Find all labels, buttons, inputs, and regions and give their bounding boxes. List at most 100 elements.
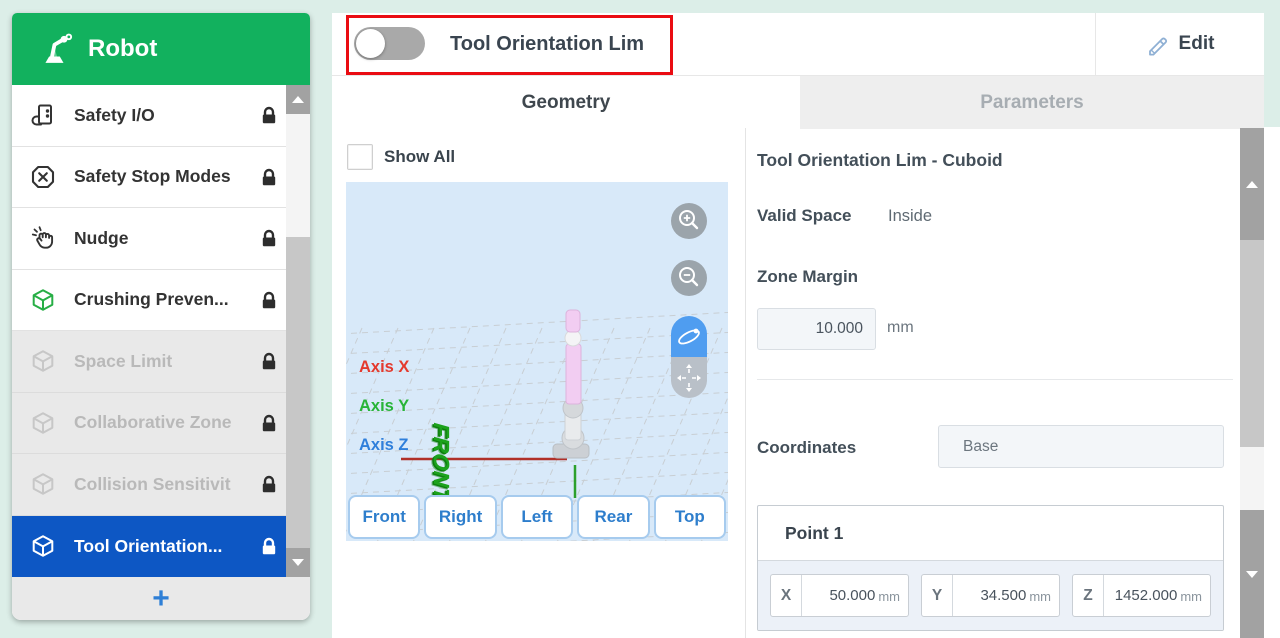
rotate-view-button[interactable] — [671, 316, 707, 357]
hand-icon — [30, 225, 56, 251]
point-1-card: Point 1 X 50.000 mm Y 34.500 mm Z 1452.0 — [757, 505, 1224, 631]
zone-margin-unit: mm — [887, 319, 914, 337]
x-axis-label: X — [771, 575, 802, 616]
triangle-down-icon — [292, 559, 304, 566]
show-all-row: Show All — [347, 144, 455, 170]
tab-geometry[interactable]: Geometry — [332, 76, 800, 129]
lock-icon — [258, 104, 280, 126]
robot-3d-viewport[interactable]: FRONT Axis X Axis Y Axis Z — [346, 182, 728, 541]
point-x-field[interactable]: X 50.000 mm — [770, 574, 909, 617]
geometry-content: Show All — [332, 128, 1280, 638]
magnifier-plus-icon — [671, 203, 707, 239]
sidebar-item-tool-orientation[interactable]: Tool Orientation... — [12, 516, 310, 578]
scroll-up-button[interactable] — [286, 85, 310, 114]
lock-icon — [258, 473, 280, 495]
toggle-knob — [356, 29, 385, 58]
tabs: Geometry Parameters — [332, 76, 1280, 129]
point-y-field[interactable]: Y 34.500 mm — [921, 574, 1060, 617]
add-zone-button[interactable]: + — [12, 577, 310, 620]
z-unit: mm — [1177, 587, 1210, 604]
cube-icon — [30, 410, 56, 436]
zone-title: Tool Orientation Lim - Cuboid — [757, 150, 1003, 171]
orbit-icon — [671, 316, 707, 357]
app-title: Robot — [88, 35, 157, 63]
show-all-label: Show All — [384, 147, 455, 167]
sidebar-item-label: Tool Orientation... — [74, 536, 258, 557]
zone-margin-input[interactable]: 10.000 — [757, 308, 876, 350]
scroll-down-button[interactable] — [286, 548, 310, 577]
coordinates-select[interactable]: Base — [938, 425, 1224, 468]
triangle-up-icon — [1246, 181, 1258, 188]
cube-icon — [30, 287, 56, 313]
view-rear-button[interactable]: Rear — [577, 495, 649, 539]
sidebar-item-space-limit[interactable]: Space Limit — [12, 331, 310, 393]
lock-icon — [258, 227, 280, 249]
sidebar-item-safety-io[interactable]: Safety I/O — [12, 85, 310, 147]
sidebar-list: Safety I/O Safety Stop Modes Nudge — [12, 85, 310, 577]
pan-view-button[interactable] — [671, 357, 707, 398]
edit-label: Edit — [1179, 33, 1215, 55]
sidebar-item-nudge[interactable]: Nudge — [12, 208, 310, 270]
axis-y-label: Axis Y — [359, 397, 409, 416]
background-notch — [1264, 13, 1280, 127]
sidebar-header: Robot — [12, 13, 310, 85]
main-panel: Tool Orientation Lim Edit Geometry Param… — [332, 13, 1280, 638]
scrollbar-thumb[interactable] — [1240, 240, 1264, 447]
lock-icon — [258, 289, 280, 311]
tab-parameters[interactable]: Parameters — [800, 76, 1264, 129]
point-fields: X 50.000 mm Y 34.500 mm Z 1452.000 mm — [758, 561, 1223, 631]
point-title: Point 1 — [758, 506, 1223, 561]
sidebar-item-collision-sensitivity[interactable]: Collision Sensitivit — [12, 454, 310, 516]
valid-space-value: Inside — [888, 207, 932, 226]
lock-icon — [258, 535, 280, 557]
zoom-in-button[interactable] — [671, 203, 707, 239]
lock-icon — [258, 166, 280, 188]
sidebar-item-crushing-prevention[interactable]: Crushing Preven... — [12, 270, 310, 332]
sidebar-item-label: Safety I/O — [74, 105, 258, 126]
triangle-up-icon — [292, 96, 304, 103]
cube-icon — [30, 533, 56, 559]
pencil-icon — [1145, 32, 1169, 56]
point-z-field[interactable]: Z 1452.000 mm — [1072, 574, 1211, 617]
lock-icon — [258, 412, 280, 434]
y-axis-label: Y — [922, 575, 953, 616]
front-floor-label: FRONT — [428, 420, 454, 506]
view-right-button[interactable]: Right — [424, 495, 496, 539]
sidebar-item-label: Nudge — [74, 228, 258, 249]
scroll-up-button[interactable] — [1240, 128, 1264, 240]
z-axis-label: Z — [1073, 575, 1104, 616]
sidebar-item-label: Space Limit — [74, 351, 258, 372]
top-bar: Tool Orientation Lim Edit — [332, 13, 1280, 76]
camera-control-pill — [671, 316, 707, 398]
zone-details-panel: Tool Orientation Lim - Cuboid Valid Spac… — [746, 128, 1280, 638]
sidebar-item-collaborative-zone[interactable]: Collaborative Zone — [12, 393, 310, 455]
cube-icon — [30, 471, 56, 497]
lock-icon — [258, 350, 280, 372]
edit-button[interactable]: Edit — [1095, 13, 1264, 75]
sidebar-item-label: Collaborative Zone — [74, 412, 258, 433]
cube-icon — [30, 348, 56, 374]
scroll-down-button[interactable] — [1240, 510, 1264, 638]
view-top-button[interactable]: Top — [654, 495, 726, 539]
sidebar-item-label: Crushing Preven... — [74, 289, 258, 310]
sidebar-item-safety-stop-modes[interactable]: Safety Stop Modes — [12, 147, 310, 209]
triangle-down-icon — [1246, 571, 1258, 578]
robot-sidebar: Robot Safety I/O Safety Stop Modes — [12, 13, 310, 620]
show-all-checkbox[interactable] — [347, 144, 373, 170]
y-value: 34.500 — [953, 587, 1026, 604]
zoom-out-button[interactable] — [671, 260, 707, 296]
view-left-button[interactable]: Left — [501, 495, 573, 539]
tool-orientation-toggle[interactable] — [354, 27, 425, 60]
axis-z-label: Axis Z — [359, 436, 409, 455]
view-front-button[interactable]: Front — [348, 495, 420, 539]
coordinates-label: Coordinates — [757, 438, 856, 458]
scrollbar-thumb[interactable] — [286, 237, 310, 548]
plus-icon: + — [152, 582, 170, 616]
divider — [757, 379, 1233, 380]
details-scrollbar — [1240, 128, 1264, 638]
x-unit: mm — [875, 587, 908, 604]
magnifier-minus-icon — [671, 260, 707, 296]
sidebar-scrollbar — [286, 85, 310, 577]
x-value: 50.000 — [802, 587, 875, 604]
axis-x-label: Axis X — [359, 358, 409, 377]
